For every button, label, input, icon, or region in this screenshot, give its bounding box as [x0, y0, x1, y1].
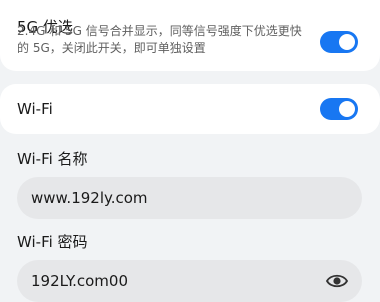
wifi-toggle[interactable] [320, 98, 358, 120]
wifi-password-label: Wi-Fi 密码 [17, 233, 88, 251]
5g-preference-toggle[interactable] [320, 31, 358, 53]
5g-preference-description: 2.4G 和 5G 信号合并显示，同等信号强度下优选更快的 5G，关闭此开关，即… [17, 24, 302, 55]
toggle-knob [339, 34, 355, 50]
5g-preference-card: 5G 优选 2.4G 和 5G 信号合并显示，同等信号强度下优选更快的 5G，关… [0, 0, 380, 71]
wifi-switch-card: Wi-Fi [0, 84, 380, 134]
wifi-title: Wi-Fi [17, 100, 53, 118]
wifi-name-field[interactable]: www.192ly.com [17, 177, 362, 219]
wifi-name-value: www.192ly.com [31, 189, 148, 207]
wifi-password-value: 192LY.com00 [31, 272, 129, 290]
eye-icon[interactable] [325, 271, 349, 291]
wifi-password-field[interactable]: 192LY.com00 [17, 260, 362, 302]
wifi-name-label: Wi-Fi 名称 [17, 150, 88, 168]
toggle-knob [339, 101, 355, 117]
